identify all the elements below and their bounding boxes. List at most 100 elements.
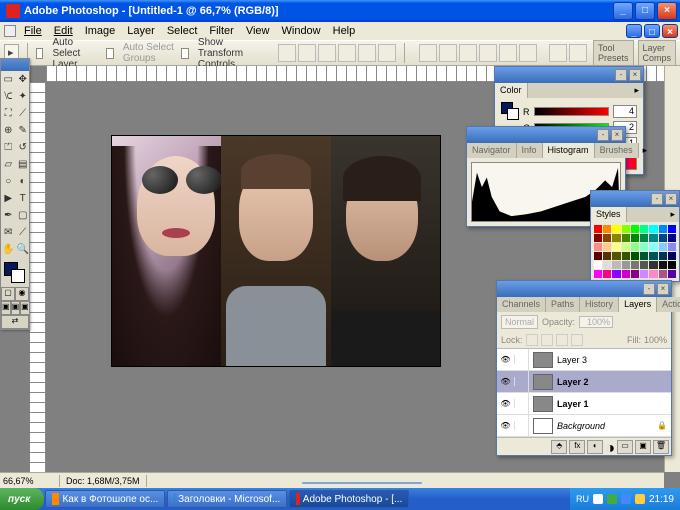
distribute-icon[interactable]	[419, 44, 437, 62]
standard-mode[interactable]: ▢	[1, 287, 15, 301]
adjustment-layer-icon[interactable]: ◑	[605, 440, 615, 453]
swatch[interactable]	[649, 252, 657, 260]
well-tool-presets[interactable]: Tool Presets	[593, 40, 634, 66]
magic-wand-tool[interactable]: ✦	[15, 88, 29, 105]
link-layers-icon[interactable]: ⬘	[551, 440, 567, 454]
layer-row[interactable]: 👁 Layer 2	[497, 371, 671, 393]
clone-stamp-tool[interactable]: ⏍	[1, 139, 15, 156]
dodge-tool[interactable]: ◐	[15, 173, 29, 190]
swatch[interactable]	[631, 252, 639, 260]
tab-layers[interactable]: Layers	[619, 297, 657, 312]
new-layer-icon[interactable]: ▣	[635, 440, 651, 454]
tab-paths[interactable]: Paths	[546, 297, 580, 312]
swatch[interactable]	[622, 270, 630, 278]
taskbar-app-2[interactable]: Заголовки - Microsof...	[167, 490, 287, 508]
start-button[interactable]: пуск	[0, 488, 44, 510]
swatch[interactable]	[649, 270, 657, 278]
swatch[interactable]	[659, 234, 667, 242]
lock-position-icon[interactable]	[556, 334, 568, 346]
align-icon[interactable]	[358, 44, 376, 62]
lock-image-icon[interactable]	[541, 334, 553, 346]
doc-restore-button[interactable]: □	[644, 24, 660, 38]
menu-file[interactable]: File	[18, 23, 48, 39]
fill-value[interactable]: 100%	[644, 335, 667, 345]
swatch[interactable]	[649, 243, 657, 251]
layer-thumbnail[interactable]	[533, 418, 553, 434]
swatch[interactable]	[603, 252, 611, 260]
maximize-button[interactable]: □	[635, 2, 655, 20]
lock-all-icon[interactable]	[571, 334, 583, 346]
screen-mode-1[interactable]: ▣	[1, 301, 11, 315]
distribute-icon[interactable]	[499, 44, 517, 62]
swatch[interactable]	[649, 261, 657, 269]
layer-row[interactable]: 👁 Layer 3	[497, 349, 671, 371]
visibility-icon[interactable]: 👁	[497, 421, 515, 430]
swatch[interactable]	[603, 225, 611, 233]
auto-select-groups-checkbox[interactable]	[106, 48, 113, 59]
zoom-level[interactable]: 66,67%	[0, 475, 60, 487]
swatch[interactable]	[640, 261, 648, 269]
feather-icon[interactable]	[549, 44, 567, 62]
swatch[interactable]	[594, 261, 602, 269]
swatch[interactable]	[603, 243, 611, 251]
move-tool[interactable]: ✥	[15, 71, 29, 88]
layer-row[interactable]: 👁 Background 🔒	[497, 415, 671, 437]
swatch[interactable]	[622, 234, 630, 242]
layer-row[interactable]: 👁 Layer 1	[497, 393, 671, 415]
tab-history[interactable]: History	[580, 297, 619, 312]
tab-actions[interactable]: Actions	[657, 297, 680, 312]
taskbar-app-3[interactable]: Adobe Photoshop - [...	[289, 490, 409, 508]
taskbar-app-1[interactable]: Как в Фотошопе ос...	[45, 490, 165, 508]
type-tool[interactable]: T	[15, 190, 29, 207]
layer-name[interactable]: Layer 3	[557, 355, 657, 365]
layers-panel-titlebar[interactable]: - ×	[497, 281, 671, 297]
pen-tool[interactable]: ✒	[1, 207, 15, 224]
swatch[interactable]	[622, 252, 630, 260]
swatch[interactable]	[603, 234, 611, 242]
panel-close-icon[interactable]: ×	[665, 193, 677, 205]
tab-histogram[interactable]: Histogram	[543, 143, 595, 158]
screen-mode-3[interactable]: ▣	[20, 301, 30, 315]
layer-thumbnail[interactable]	[533, 374, 553, 390]
swatch[interactable]	[659, 252, 667, 260]
swatch[interactable]	[640, 270, 648, 278]
panel-minimize-icon[interactable]: -	[643, 283, 655, 295]
brush-tool[interactable]: ✎	[15, 122, 29, 139]
language-indicator[interactable]: RU	[576, 494, 589, 504]
swatch[interactable]	[631, 270, 639, 278]
layer-mask-icon[interactable]: ◐	[587, 440, 603, 454]
swatch[interactable]	[659, 243, 667, 251]
swatch[interactable]	[594, 270, 602, 278]
screen-mode-2[interactable]: ▣	[11, 301, 21, 315]
auto-select-layer-checkbox[interactable]	[36, 48, 43, 59]
distribute-icon[interactable]	[519, 44, 537, 62]
swatch[interactable]	[612, 243, 620, 251]
blur-tool[interactable]: ○	[1, 173, 15, 190]
swatch[interactable]	[668, 270, 676, 278]
panel-close-icon[interactable]: ×	[611, 129, 623, 141]
swatch[interactable]	[622, 225, 630, 233]
swatch[interactable]	[659, 225, 667, 233]
panel-close-icon[interactable]: ×	[629, 69, 641, 81]
swatch[interactable]	[631, 225, 639, 233]
color-panel-titlebar[interactable]: - ×	[495, 67, 643, 83]
panel-minimize-icon[interactable]: -	[597, 129, 609, 141]
distribute-icon[interactable]	[439, 44, 457, 62]
swatch[interactable]	[659, 270, 667, 278]
menu-layer[interactable]: Layer	[121, 23, 161, 39]
panel-close-icon[interactable]: ×	[657, 283, 669, 295]
blend-mode-select[interactable]: Normal	[501, 315, 538, 329]
swatch[interactable]	[612, 261, 620, 269]
delete-layer-icon[interactable]: 🗑	[653, 440, 669, 454]
align-icon[interactable]	[338, 44, 356, 62]
panel-menu-icon[interactable]: ▸	[666, 207, 679, 222]
swatch[interactable]	[640, 225, 648, 233]
layer-name[interactable]: Layer 2	[557, 377, 657, 387]
histogram-panel-titlebar[interactable]: - ×	[467, 127, 625, 143]
swatch[interactable]	[631, 261, 639, 269]
swatch[interactable]	[640, 252, 648, 260]
swatch[interactable]	[668, 234, 676, 242]
layer-name[interactable]: Background	[557, 421, 657, 431]
r-slider[interactable]	[534, 107, 610, 116]
r-value[interactable]: 4	[613, 105, 637, 118]
